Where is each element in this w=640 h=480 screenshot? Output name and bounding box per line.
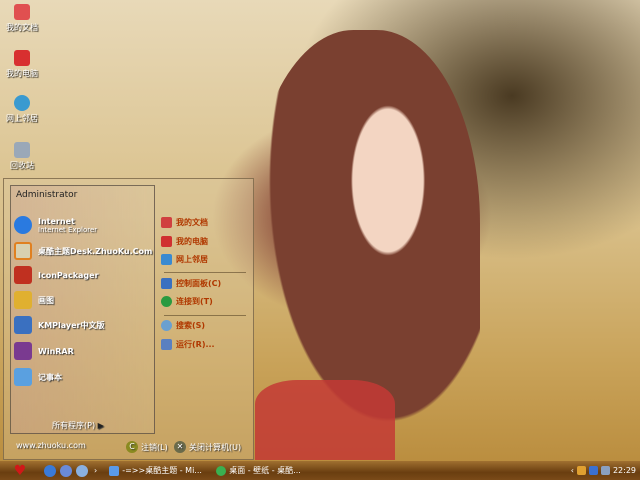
start-menu: Administrator Internet Internet Explorer … xyxy=(3,178,254,460)
website-label: www.zhuoku.com xyxy=(16,441,86,450)
quicklaunch-desktop-icon[interactable] xyxy=(76,464,88,477)
item-label: IconPackager xyxy=(38,270,99,280)
shutdown-icon: ✕ xyxy=(174,441,186,453)
browser-icon xyxy=(216,465,227,476)
item-label: 运行(R)... xyxy=(176,340,215,349)
network-icon xyxy=(161,254,172,265)
user-tray-icon[interactable] xyxy=(576,466,586,475)
search-icon xyxy=(161,320,172,331)
iconpackager-icon xyxy=(14,266,32,284)
start-button[interactable]: ♥ xyxy=(0,461,40,480)
item-label: 记事本 xyxy=(38,372,62,382)
item-label: 桌酷主题Desk.ZhuoKu.Com xyxy=(38,246,153,256)
all-programs-label: 所有程序(P) xyxy=(52,421,96,430)
item-label: WinRAR xyxy=(38,346,74,356)
computer-icon xyxy=(161,236,172,247)
menu-item-network[interactable]: 网上邻居 xyxy=(161,254,208,265)
network-icon xyxy=(14,95,30,111)
menu-item-zhuoku[interactable]: 桌酷主题Desk.ZhuoKu.Com xyxy=(14,242,152,260)
icon-label: 回收站 xyxy=(10,161,34,170)
item-label: Internet xyxy=(38,216,75,226)
menu-item-search[interactable]: 搜索(S) xyxy=(161,320,205,331)
connect-icon xyxy=(161,296,172,307)
quicklaunch-expand-icon[interactable]: › xyxy=(94,466,97,475)
menu-item-winrar[interactable]: WinRAR xyxy=(14,342,74,360)
kmplayer-icon xyxy=(14,316,32,334)
menu-item-control-panel[interactable]: 控制面板(C) xyxy=(161,278,221,289)
clock[interactable]: 22:29 xyxy=(613,466,636,475)
item-label: 连接到(T) xyxy=(176,297,213,306)
wallpaper-dress xyxy=(255,380,395,460)
item-label: 我的文档 xyxy=(176,218,208,227)
taskbar-button-desktop-wallpaper[interactable]: 桌面 - 壁纸 - 桌酷... xyxy=(216,465,311,476)
menu-item-my-computer[interactable]: 我的电脑 xyxy=(161,236,208,247)
computer-icon xyxy=(14,50,30,66)
recycle-bin-icon xyxy=(14,142,30,158)
item-label: KMPlayer中文版 xyxy=(38,320,105,330)
arrow-right-icon: ▶ xyxy=(97,421,104,430)
desktop-icon-recycle-bin[interactable]: 回收站 xyxy=(2,142,42,171)
theme-icon xyxy=(14,242,32,260)
item-label: 控制面板(C) xyxy=(176,279,222,288)
shutdown-label: 关闭计算机(U) xyxy=(189,442,242,452)
task-label: -=>>桌酷主题 - Mi... xyxy=(122,466,202,475)
volume-icon[interactable] xyxy=(600,466,610,475)
menu-item-notepad[interactable]: 记事本 xyxy=(14,368,62,386)
control-panel-icon xyxy=(161,278,172,289)
logoff-icon: C xyxy=(126,441,138,453)
icon-label: 我的文档 xyxy=(6,23,38,32)
taskbar-button-zhuoku[interactable]: -=>>桌酷主题 - Mi... xyxy=(109,465,204,476)
taskbar: ♥ › -=>>桌酷主题 - Mi... 桌面 - 壁纸 - 桌酷... ‹ 2… xyxy=(0,461,640,480)
divider xyxy=(164,315,246,316)
item-label: 画图 xyxy=(38,295,54,305)
divider xyxy=(164,272,246,273)
all-programs-button[interactable]: 所有程序(P) ▶ xyxy=(52,420,104,431)
item-label: 搜索(S) xyxy=(176,321,206,330)
icon-label: 我的电脑 xyxy=(6,69,38,78)
menu-item-kmplayer[interactable]: KMPlayer中文版 xyxy=(14,316,105,334)
tray-expand-icon[interactable]: ‹ xyxy=(571,466,574,475)
window-icon xyxy=(109,465,120,476)
ie-icon xyxy=(14,216,32,234)
item-label: 网上邻居 xyxy=(176,255,208,264)
documents-icon xyxy=(14,4,30,20)
network-tray-icon[interactable] xyxy=(588,466,598,475)
desktop-icon-network[interactable]: 网上邻居 xyxy=(2,95,42,124)
desktop-icon-my-documents[interactable]: 我的文档 xyxy=(2,4,42,33)
user-name: Administrator xyxy=(16,190,78,200)
run-icon xyxy=(161,339,172,350)
winrar-icon xyxy=(14,342,32,360)
logoff-label: 注销(L) xyxy=(141,442,168,452)
heart-icon: ♥ xyxy=(13,462,27,479)
item-sublabel: Internet Explorer xyxy=(38,225,98,234)
menu-item-my-documents[interactable]: 我的文档 xyxy=(161,217,208,228)
documents-icon xyxy=(161,217,172,228)
system-tray: ‹ 22:29 xyxy=(571,466,636,475)
paint-icon xyxy=(14,291,32,309)
menu-item-internet[interactable]: Internet Internet Explorer xyxy=(14,216,97,234)
menu-item-run[interactable]: 运行(R)... xyxy=(161,339,215,350)
quicklaunch-media-icon[interactable] xyxy=(60,464,72,477)
desktop-icon-my-computer[interactable]: 我的电脑 xyxy=(2,50,42,79)
quicklaunch-ie-icon[interactable] xyxy=(44,464,56,477)
task-label: 桌面 - 壁纸 - 桌酷... xyxy=(229,466,301,475)
icon-label: 网上邻居 xyxy=(6,114,38,123)
menu-item-connect-to[interactable]: 连接到(T) xyxy=(161,296,213,307)
logoff-button[interactable]: C 注销(L) xyxy=(126,441,168,453)
shutdown-button[interactable]: ✕ 关闭计算机(U) xyxy=(174,441,241,453)
website-text: www.zhuoku.com xyxy=(16,441,86,450)
item-label: 我的电脑 xyxy=(176,237,208,246)
notepad-icon xyxy=(14,368,32,386)
menu-item-paint[interactable]: 画图 xyxy=(14,291,54,309)
menu-item-iconpackager[interactable]: IconPackager xyxy=(14,266,99,284)
